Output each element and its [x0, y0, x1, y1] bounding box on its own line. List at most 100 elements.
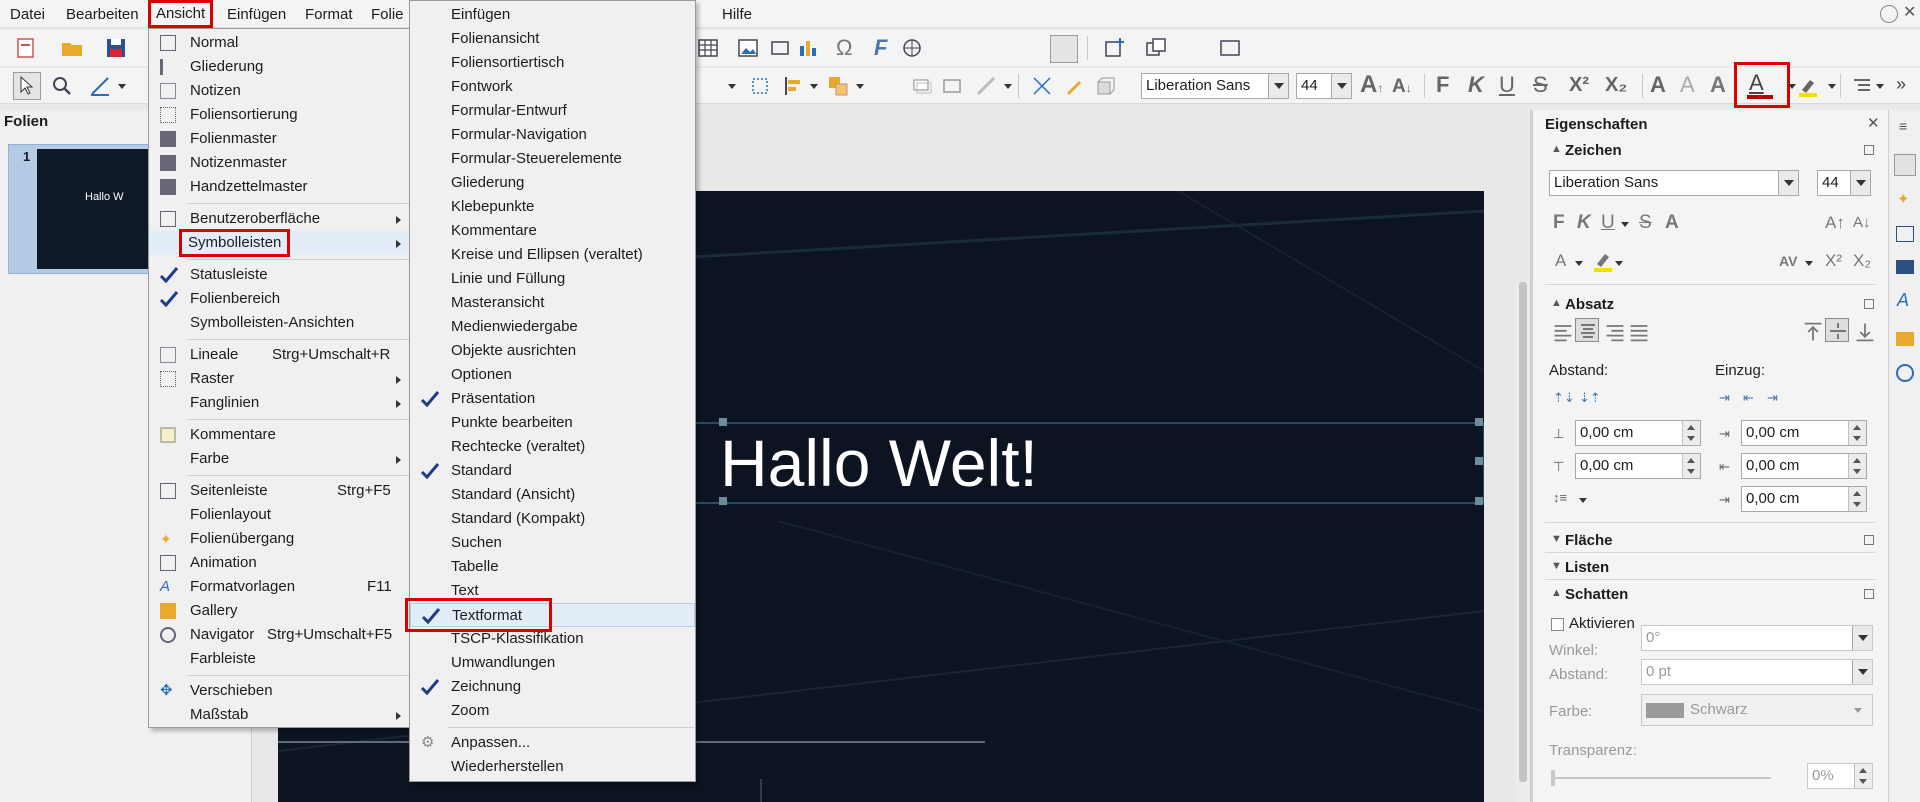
- toolbar-item[interactable]: Formular-Navigation: [410, 123, 695, 147]
- toolbar-item[interactable]: Formular-Entwurf: [410, 99, 695, 123]
- gallery-tab-icon[interactable]: [1896, 332, 1914, 346]
- draw-functions-icon[interactable]: [1050, 35, 1078, 63]
- indent-before-field[interactable]: 0,00 cm: [1741, 420, 1867, 446]
- more-options-icon[interactable]: »: [1896, 74, 1906, 95]
- bullet-list-icon[interactable]: [1850, 74, 1874, 98]
- shadow-enable-checkbox[interactable]: [1551, 618, 1564, 631]
- chevron-down-icon[interactable]: [1828, 84, 1836, 89]
- more-options-icon[interactable]: [1864, 145, 1874, 155]
- toggle-extrusion-icon[interactable]: [1094, 74, 1118, 98]
- toolbar-item[interactable]: Tabelle: [410, 555, 695, 579]
- toolbar-item[interactable]: Masteransicht: [410, 291, 695, 315]
- save-icon[interactable]: [104, 36, 128, 60]
- chevron-down-icon[interactable]: [1621, 222, 1629, 227]
- superscript-icon[interactable]: X²: [1825, 248, 1842, 274]
- character-spacing-icon[interactable]: AV: [1779, 248, 1797, 274]
- menu-folie[interactable]: Folie: [369, 4, 406, 26]
- shrink-font-icon[interactable]: A↓: [1392, 74, 1412, 101]
- section-flaeche-header[interactable]: Fläche: [1565, 532, 1613, 549]
- toolbar-item[interactable]: Objekte ausrichten: [410, 339, 695, 363]
- strikethrough-icon[interactable]: S: [1533, 72, 1548, 98]
- filter-icon[interactable]: [974, 74, 998, 98]
- font-size-combobox[interactable]: 44: [1296, 73, 1352, 99]
- align-justify-icon[interactable]: [1627, 320, 1648, 342]
- arrange-icon[interactable]: [826, 74, 850, 98]
- menu-item-notizen[interactable]: Notizen: [149, 79, 409, 103]
- menu-item-farbe[interactable]: Farbe: [149, 447, 409, 471]
- chevron-down-icon[interactable]: [856, 84, 864, 89]
- spin-button[interactable]: [1848, 454, 1866, 478]
- menu-einfuegen[interactable]: Einfügen: [225, 4, 288, 26]
- menu-item-handzettelmaster[interactable]: Handzettelmaster: [149, 175, 409, 199]
- master-slides-tab-icon[interactable]: [1896, 226, 1914, 242]
- chevron-down-icon[interactable]: [810, 84, 818, 89]
- toolbar-item[interactable]: Einfügen: [410, 3, 695, 27]
- chevron-down-icon[interactable]: [1575, 261, 1583, 266]
- chevron-down-icon[interactable]: [1615, 261, 1623, 266]
- menu-format[interactable]: Format: [303, 4, 355, 26]
- spin-button[interactable]: [1682, 454, 1700, 478]
- toolbar-item[interactable]: Kommentare: [410, 219, 695, 243]
- menu-item-seitenleiste[interactable]: Seitenleiste Strg+F5: [149, 479, 409, 503]
- menu-item-raster[interactable]: Raster: [149, 367, 409, 391]
- toolbar-item[interactable]: Umwandlungen: [410, 651, 695, 675]
- table-icon[interactable]: [696, 36, 720, 60]
- shadow-icon[interactable]: [910, 74, 934, 98]
- toolbar-item[interactable]: Zoom: [410, 699, 695, 723]
- underline-icon[interactable]: U: [1601, 210, 1615, 236]
- slide-layout-icon[interactable]: [1218, 36, 1242, 60]
- grow-font-icon[interactable]: A↑: [1360, 72, 1383, 101]
- strikethrough-icon[interactable]: S: [1639, 210, 1652, 236]
- align-left-icon[interactable]: [1551, 320, 1572, 342]
- animation-tab-icon[interactable]: [1896, 260, 1914, 274]
- italic-icon[interactable]: K: [1468, 72, 1484, 98]
- fontwork-icon[interactable]: F: [874, 35, 887, 61]
- increase-indent-icon[interactable]: ⇥: [1719, 390, 1730, 406]
- spin-button[interactable]: [1848, 421, 1866, 445]
- toolbar-item[interactable]: Gliederung: [410, 171, 695, 195]
- increase-spacing-icon[interactable]: ⇡⇣: [1553, 390, 1575, 406]
- chevron-down-icon[interactable]: ▼: [1551, 560, 1562, 572]
- toolbar-item-textformat[interactable]: Textformat: [405, 598, 695, 632]
- toolbar-item-praesentation[interactable]: Präsentation: [410, 387, 695, 411]
- transparency-slider[interactable]: [1551, 777, 1771, 779]
- shadow-abstand-combobox[interactable]: 0 pt: [1641, 659, 1873, 685]
- clear-formatting-icon[interactable]: A: [1710, 72, 1726, 98]
- menu-item-fanglinien[interactable]: Fanglinien: [149, 391, 409, 415]
- chevron-down-icon[interactable]: [1778, 171, 1798, 195]
- close-sidebar-icon[interactable]: ✕: [1867, 114, 1880, 132]
- chevron-down-icon[interactable]: [1852, 660, 1872, 684]
- chevron-down-icon[interactable]: [728, 84, 736, 89]
- special-character-icon[interactable]: Ω: [836, 35, 852, 61]
- more-options-icon[interactable]: [1864, 589, 1874, 599]
- crop-icon[interactable]: [748, 74, 772, 98]
- hyperlink-icon[interactable]: [900, 36, 924, 60]
- toolbar-item[interactable]: Linie und Füllung: [410, 267, 695, 291]
- line-spacing-icon[interactable]: ↕≡: [1553, 490, 1567, 505]
- selection-handle[interactable]: [1475, 497, 1483, 505]
- select-pointer-icon[interactable]: [13, 72, 41, 100]
- chevron-up-icon[interactable]: ▲: [1551, 297, 1562, 309]
- spin-button[interactable]: [1854, 764, 1872, 788]
- toolbar-item-anpassen[interactable]: ⚙ Anpassen...: [410, 731, 695, 755]
- chevron-down-icon[interactable]: [1805, 261, 1813, 266]
- toolbar-item[interactable]: Suchen: [410, 531, 695, 555]
- toolbar-item[interactable]: Standard (Kompakt): [410, 507, 695, 531]
- menu-ansicht[interactable]: Ansicht: [147, 0, 214, 28]
- spacing-below-field[interactable]: 0,00 cm: [1575, 453, 1701, 479]
- decrease-spacing-icon[interactable]: ⇣⇡: [1579, 390, 1601, 406]
- crop-image-icon[interactable]: [940, 74, 964, 98]
- menu-item-navigator[interactable]: Navigator Strg+Umschalt+F5: [149, 623, 409, 647]
- menu-bearbeiten[interactable]: Bearbeiten: [64, 4, 141, 26]
- toolbar-item[interactable]: Klebepunkte: [410, 195, 695, 219]
- chevron-down-icon[interactable]: [1876, 84, 1884, 89]
- chevron-down-icon[interactable]: [1852, 626, 1872, 650]
- chevron-down-icon[interactable]: [1788, 84, 1796, 89]
- chevron-up-icon[interactable]: ▲: [1551, 587, 1562, 599]
- chevron-down-icon[interactable]: [1331, 74, 1351, 98]
- toolbar-item-standard[interactable]: Standard: [410, 459, 695, 483]
- bold-icon[interactable]: F: [1436, 72, 1449, 98]
- transparency-field[interactable]: 0%: [1807, 763, 1873, 789]
- section-absatz-header[interactable]: Absatz: [1565, 296, 1614, 313]
- indent-after-field[interactable]: 0,00 cm: [1741, 453, 1867, 479]
